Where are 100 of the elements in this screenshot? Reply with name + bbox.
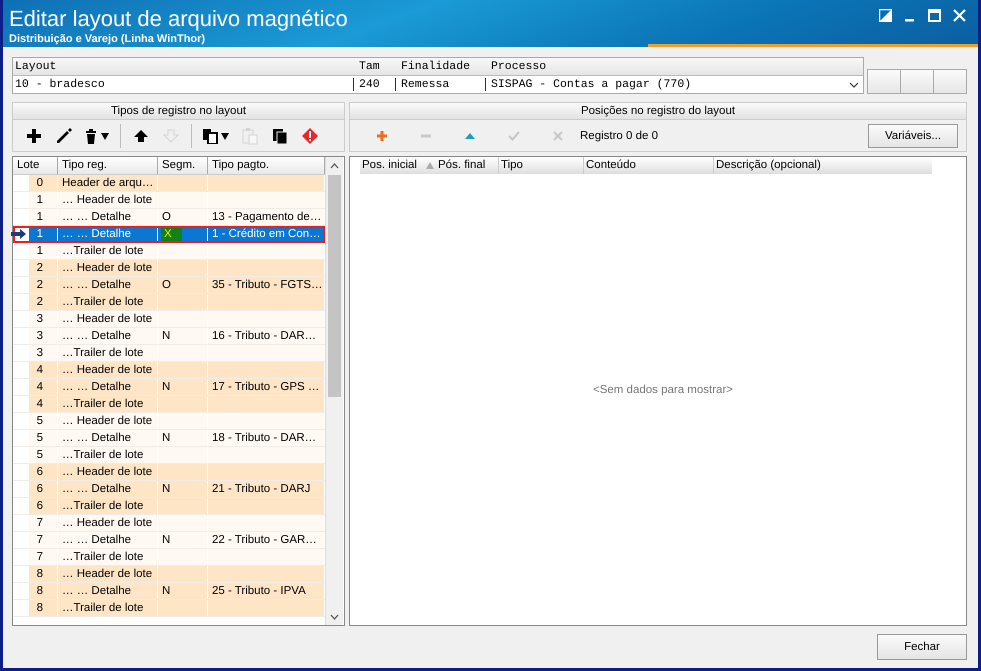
table-cell: … … Detalhe — [58, 481, 158, 497]
table-row[interactable]: 2 …Trailer de lote — [13, 294, 325, 311]
table-row[interactable]: 3 … Header de lote — [13, 311, 325, 328]
table-cell: … … Detalhe — [58, 277, 158, 293]
vertical-scrollbar[interactable] — [325, 157, 343, 625]
layout-value: SISPAG - Contas a pagar (770) — [485, 78, 863, 91]
table-row[interactable]: 1 …Trailer de lote — [13, 243, 325, 260]
table-cell: … Header de lote — [58, 566, 158, 582]
trash-icon — [84, 128, 110, 144]
table-cell: …Trailer de lote — [58, 345, 158, 361]
table-cell: O — [158, 209, 208, 225]
table-cell: … … Detalhe — [58, 430, 158, 446]
column-header[interactable]: Pós. final — [436, 157, 499, 174]
table-cell: …Trailer de lote — [58, 600, 158, 616]
table-row[interactable]: 8 … Header de lote — [13, 566, 325, 583]
plus-icon — [26, 128, 42, 144]
window-subtitle: Distribuição e Varejo (Linha WinThor) — [9, 33, 206, 45]
table-row[interactable]: 6 … Header de lote — [13, 464, 325, 481]
check-icon — [508, 130, 520, 142]
column-header[interactable]: Conteúdo — [584, 157, 714, 174]
column-header[interactable]: Segm. — [158, 157, 208, 174]
table-cell: O — [158, 277, 208, 293]
table-cell: N — [158, 481, 208, 497]
panel-header: Posições no registro do layout — [349, 102, 967, 120]
close-button[interactable]: Fechar — [877, 634, 967, 660]
table-cell: … Header de lote — [58, 464, 158, 480]
layout-value: 240 — [353, 78, 399, 91]
table-cell: N — [158, 430, 208, 446]
column-header: Finalidade — [400, 60, 472, 73]
table-row[interactable]: 7 … Header de lote — [13, 515, 325, 532]
table-cell: … Header de lote — [58, 192, 158, 208]
column-header[interactable]: Tipo reg. — [58, 157, 158, 174]
row-pointer-icon — [11, 229, 27, 239]
column-header[interactable]: Descrição (opcional) — [714, 157, 932, 174]
record-counter: Registro 0 de 0 — [580, 130, 658, 142]
empty-message: <Sem dados para mostrar> — [593, 384, 733, 396]
sort-ascending-icon — [426, 162, 434, 169]
table-cell: … Header de lote — [58, 362, 158, 378]
table-row[interactable]: 2 … … Detalhe O 35 - Tributo - FGTS… — [13, 277, 325, 294]
table-cell: …Trailer de lote — [58, 549, 158, 565]
column-header[interactable]: Pos. inicial — [360, 157, 422, 174]
close-icon[interactable] — [953, 8, 966, 22]
maximize-icon[interactable] — [928, 8, 941, 22]
table-cell: N — [158, 379, 208, 395]
column-header[interactable]: Lote — [13, 157, 58, 174]
table-cell: …Trailer de lote — [58, 498, 158, 514]
table-row[interactable]: 7 … … Detalhe N 22 - Tributo - GAR… — [13, 532, 325, 549]
table-cell: …Trailer de lote — [58, 396, 158, 412]
table-row[interactable]: 5 …Trailer de lote — [13, 447, 325, 464]
plus-icon — [376, 130, 388, 142]
table-row[interactable]: 1 … Header de lote — [13, 192, 325, 209]
table-row[interactable]: 3 …Trailer de lote — [13, 345, 325, 362]
table-row[interactable]: 1 … … Detalhe O 13 - Pagamento de… — [13, 209, 325, 226]
layout-value: Remessa — [395, 78, 489, 91]
table-cell: … … Detalhe — [58, 583, 158, 599]
table-cell: 8 — [13, 600, 58, 616]
panel-header: Tipos de registro no layout — [12, 102, 345, 120]
table-cell: X — [158, 226, 208, 242]
paste-icon — [242, 126, 258, 144]
table-row[interactable]: 2 … Header de lote — [13, 260, 325, 277]
table-row[interactable]: 5 … … Detalhe N 18 - Tributo - DAR… — [13, 430, 325, 447]
table-row[interactable]: 7 …Trailer de lote — [13, 549, 325, 566]
table-cell: Header de arqu… — [58, 175, 158, 191]
pencil-icon — [56, 128, 72, 144]
column-header[interactable]: Tipo — [499, 157, 584, 174]
table-row[interactable]: 4 … Header de lote — [13, 362, 325, 379]
table-cell: … … Detalhe — [58, 328, 158, 344]
dropdown-caret-icon[interactable] — [849, 82, 859, 88]
table-cell: … Header de lote — [58, 260, 158, 276]
table-row[interactable]: 6 …Trailer de lote — [13, 498, 325, 515]
table-row[interactable]: 6 … … Detalhe N 21 - Tributo - DARJ — [13, 481, 325, 498]
table-cell: N — [158, 328, 208, 344]
window-title: Editar layout de arquivo magnético — [9, 7, 348, 31]
scrollbar-thumb[interactable] — [328, 175, 341, 397]
table-row[interactable]: 4 … … Detalhe N 17 - Tributo - GPS … — [13, 379, 325, 396]
table-cell: N — [158, 532, 208, 548]
layout-selector[interactable]: Layout Tam Finalidade Processo 10 - bradesco 240 Remessa SISPAG - Contas a pagar (770) — [12, 57, 864, 94]
table-row[interactable]: 1 … … Detalhe X 1 - Crédito em Con… — [13, 226, 325, 243]
table-row[interactable]: 0 Header de arqu… — [13, 175, 325, 192]
table-row[interactable]: 4 …Trailer de lote — [13, 396, 325, 413]
down-arrow-icon — [163, 128, 179, 144]
scroll-up-icon[interactable] — [330, 163, 339, 169]
table-cell: N — [158, 583, 208, 599]
column-header: Layout — [14, 60, 58, 73]
column-header: Tam — [358, 60, 381, 73]
table-row[interactable]: 8 …Trailer de lote — [13, 600, 325, 617]
error-icon — [301, 126, 319, 144]
table-cell: … … Detalhe — [58, 379, 158, 395]
up-arrow-icon — [133, 128, 149, 144]
table-cell: … … Detalhe — [58, 532, 158, 548]
layout-value: 10 - bradesco — [14, 78, 106, 91]
duplicate-icon — [272, 128, 288, 144]
variables-button[interactable]: Variáveis... — [868, 124, 958, 148]
table-cell: …Trailer de lote — [58, 243, 158, 259]
table-row[interactable]: 5 … Header de lote — [13, 413, 325, 430]
table-cell: …Trailer de lote — [58, 447, 158, 463]
table-row[interactable]: 3 … … Detalhe N 16 - Tributo - DAR… — [13, 328, 325, 345]
column-header: Processo — [490, 60, 548, 73]
table-row[interactable]: 8 … … Detalhe N 25 - Tributo - IPVA — [13, 583, 325, 600]
scroll-down-icon[interactable] — [330, 614, 339, 620]
